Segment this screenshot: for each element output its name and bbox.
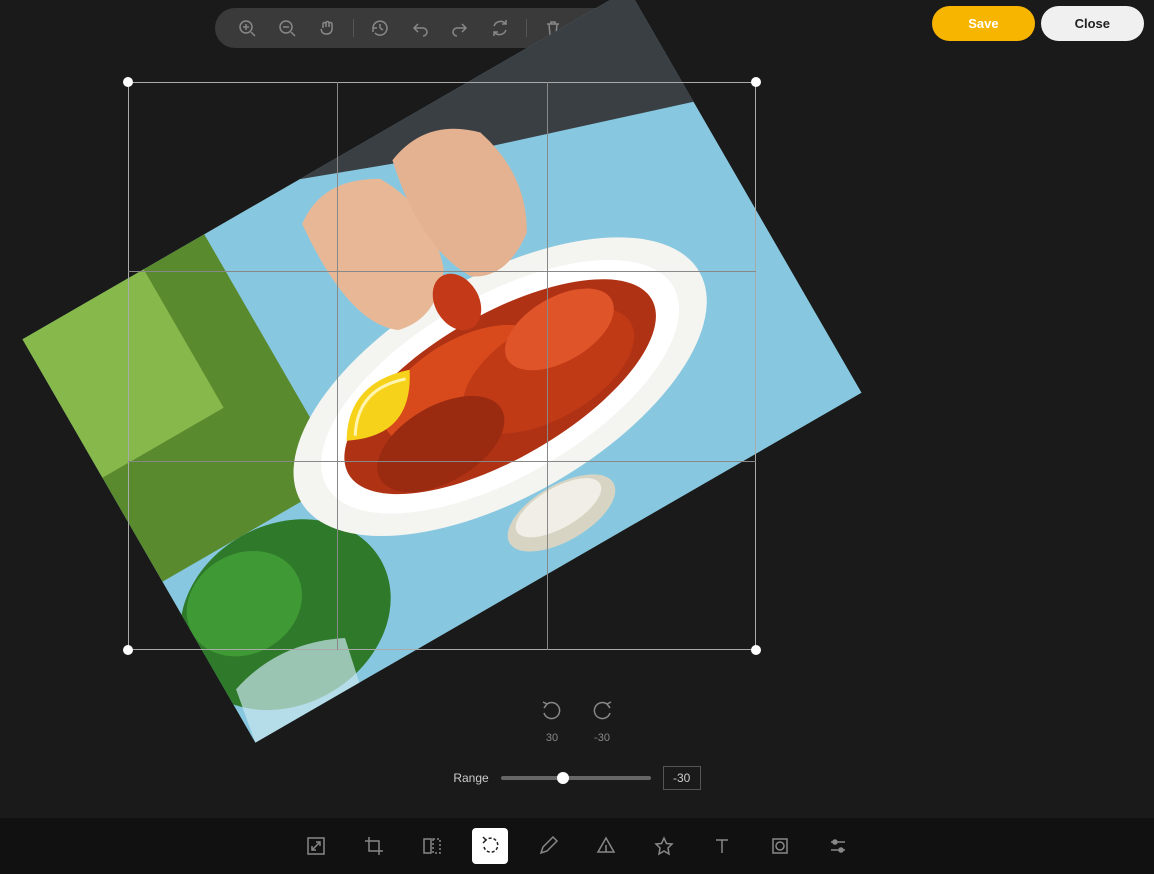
tool-filter[interactable] [820, 828, 856, 864]
text-icon [711, 835, 733, 857]
rotate-panel: 30 -30 Range -30 [0, 700, 1154, 790]
rotate-icon [479, 835, 501, 857]
resize-icon [305, 835, 327, 857]
crop-handle-bottom-left[interactable] [123, 645, 133, 655]
close-button[interactable]: Close [1041, 6, 1144, 41]
crop-icon [363, 835, 385, 857]
rotation-value[interactable]: -30 [663, 766, 701, 790]
reset-button[interactable] [480, 12, 520, 44]
rotate-ccw-button[interactable]: -30 [589, 700, 615, 744]
slider-thumb[interactable] [557, 772, 569, 784]
rotate-cw-label: 30 [546, 732, 558, 744]
tool-text[interactable] [704, 828, 740, 864]
bottom-tool-strip [0, 818, 1154, 874]
tool-icon[interactable] [646, 828, 682, 864]
crop-handle-top-right[interactable] [751, 77, 761, 87]
shape-icon [595, 835, 617, 857]
tool-mask[interactable] [762, 828, 798, 864]
history-icon [370, 18, 390, 38]
redo-icon [450, 18, 470, 38]
zoom-in-icon [237, 18, 257, 38]
crop-handle-bottom-right[interactable] [751, 645, 761, 655]
tool-draw[interactable] [530, 828, 566, 864]
crop-area[interactable] [128, 82, 756, 650]
tool-shape[interactable] [588, 828, 624, 864]
header-actions: Save Close [932, 6, 1144, 41]
range-label: Range [453, 771, 488, 785]
tool-rotate[interactable] [472, 828, 508, 864]
tool-flip[interactable] [414, 828, 450, 864]
star-icon [653, 835, 675, 857]
tool-crop[interactable] [356, 828, 392, 864]
separator [526, 19, 527, 37]
redo-button[interactable] [440, 12, 480, 44]
undo-icon [410, 18, 430, 38]
history-button[interactable] [360, 12, 400, 44]
zoom-in-button[interactable] [227, 12, 267, 44]
slider-track [501, 776, 651, 780]
flip-icon [421, 835, 443, 857]
pencil-icon [537, 835, 559, 857]
separator [353, 19, 354, 37]
rotate-ccw-icon [589, 700, 615, 726]
refresh-icon [490, 18, 510, 38]
rotate-ccw-label: -30 [594, 732, 610, 744]
hand-icon [317, 18, 337, 38]
undo-button[interactable] [400, 12, 440, 44]
sliders-icon [827, 835, 849, 857]
rotate-cw-icon [539, 700, 565, 726]
crop-grid [128, 82, 756, 650]
pan-button[interactable] [307, 12, 347, 44]
crop-handle-top-left[interactable] [123, 77, 133, 87]
zoom-out-icon [277, 18, 297, 38]
mask-icon [769, 835, 791, 857]
tool-resize[interactable] [298, 828, 334, 864]
zoom-out-button[interactable] [267, 12, 307, 44]
save-button[interactable]: Save [932, 6, 1034, 41]
rotate-cw-button[interactable]: 30 [539, 700, 565, 744]
rotation-slider[interactable] [501, 776, 651, 780]
